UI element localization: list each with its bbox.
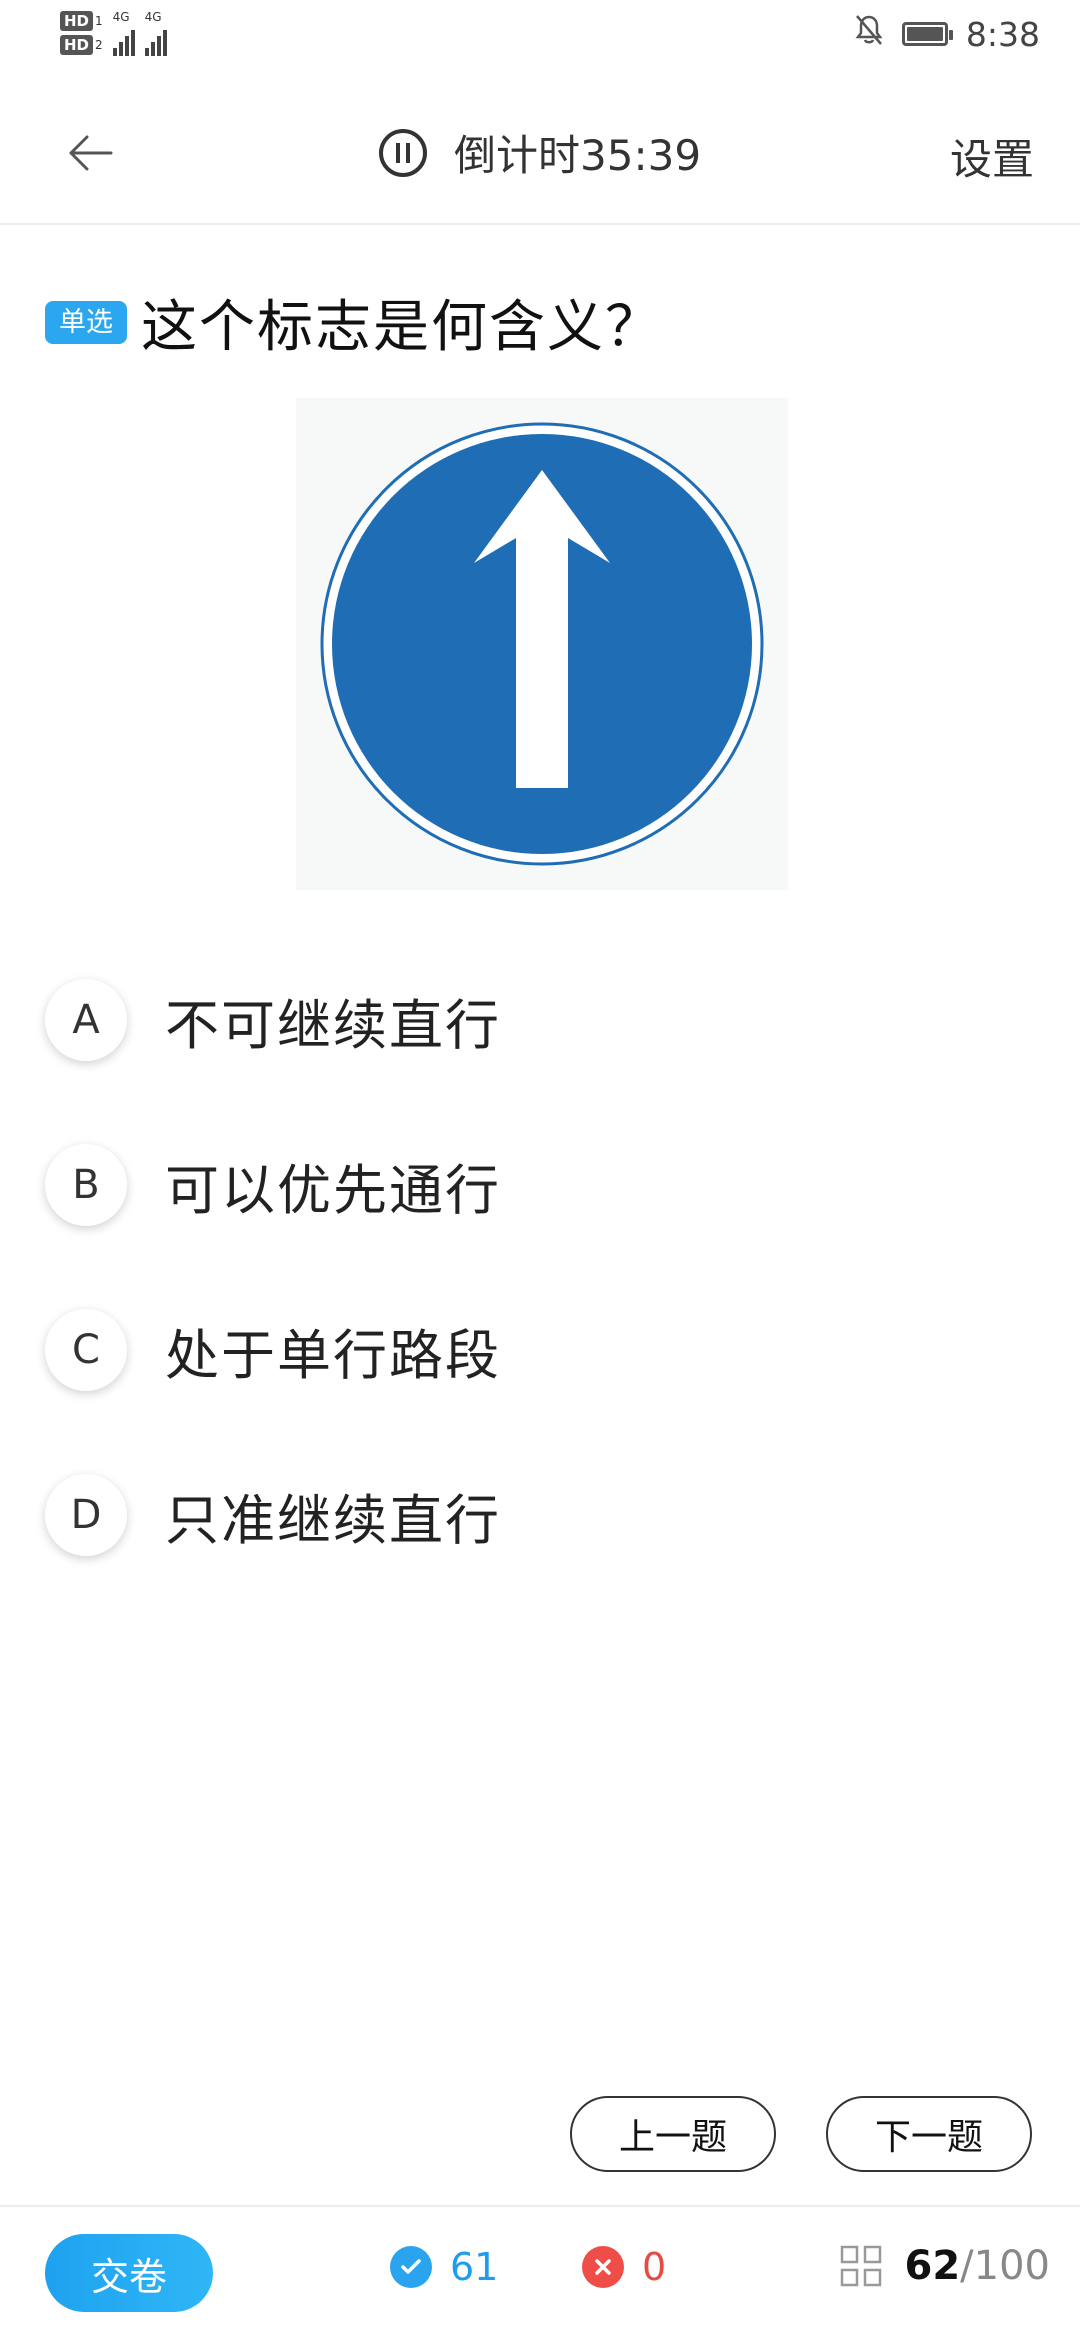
option-letter: A <box>45 979 127 1061</box>
wrong-count: 0 <box>642 2245 667 2289</box>
option-letter: C <box>45 1309 127 1391</box>
option-b[interactable]: B 可以优先通行 <box>45 1140 501 1230</box>
straight-only-sign-icon <box>320 422 764 866</box>
network-1-label: 4G <box>112 10 130 24</box>
option-text: 不可继续直行 <box>165 993 501 1057</box>
correct-count: 61 <box>450 2245 499 2289</box>
correct-counter[interactable]: 61 <box>390 2245 498 2289</box>
option-text: 只准继续直行 <box>165 1488 501 1552</box>
hd1-label: HD <box>60 11 94 31</box>
hd2-label: HD <box>60 35 94 55</box>
total-questions: /100 <box>960 2243 1050 2289</box>
cross-icon <box>582 2246 624 2288</box>
countdown-text: 倒计时35:39 <box>454 131 702 180</box>
signal-2-icon: 4G <box>144 10 167 56</box>
question-header: 单选 这个标志是何含义？ <box>45 282 663 363</box>
hd1-indicator: HD 1 <box>60 11 103 31</box>
prev-question-button[interactable]: 上一题 <box>570 2096 776 2172</box>
signal-1-icon: 4G <box>112 10 135 56</box>
question-type-badge: 单选 <box>45 301 127 344</box>
hd2-indicator: HD 2 <box>60 35 103 55</box>
option-c[interactable]: C 处于单行路段 <box>45 1305 501 1395</box>
clock: 8:38 <box>965 14 1040 54</box>
hd2-sub: 2 <box>95 38 103 52</box>
check-icon <box>390 2246 432 2288</box>
hd1-sub: 1 <box>95 14 103 28</box>
grid-icon <box>840 2245 881 2287</box>
back-button[interactable] <box>60 123 120 183</box>
app-bar: 倒计时35:39 设置 <box>0 78 1080 225</box>
current-question-number: 62 <box>904 2243 961 2289</box>
status-right: 8:38 <box>854 14 1040 54</box>
option-text: 可以优先通行 <box>165 1158 501 1222</box>
option-letter: D <box>45 1474 127 1556</box>
wrong-counter[interactable]: 0 <box>582 2245 666 2289</box>
bottom-bar: 交卷 61 0 62/100 <box>0 2205 1080 2342</box>
question-text: 这个标志是何含义？ <box>141 295 663 360</box>
countdown-timer: 倒计时35:39 <box>378 122 701 183</box>
question-progress[interactable]: 62/100 <box>839 2243 1050 2289</box>
pause-button[interactable] <box>378 128 428 178</box>
option-a[interactable]: A 不可继续直行 <box>45 975 501 1065</box>
network-2-label: 4G <box>144 10 162 24</box>
bell-off-icon <box>854 14 884 54</box>
arrow-left-icon <box>69 135 113 171</box>
pause-icon <box>379 128 427 177</box>
status-bar: HD 1 HD 2 4G 4G 8:38 <box>0 0 1080 78</box>
next-question-button[interactable]: 下一题 <box>826 2096 1032 2172</box>
settings-button[interactable]: 设置 <box>950 126 1034 187</box>
option-letter: B <box>45 1144 127 1226</box>
option-d[interactable]: D 只准继续直行 <box>45 1470 501 1560</box>
hd-indicators: HD 1 HD 2 <box>60 11 103 55</box>
submit-exam-button[interactable]: 交卷 <box>45 2234 213 2312</box>
option-text: 处于单行路段 <box>165 1323 501 1387</box>
battery-icon <box>901 22 953 46</box>
traffic-sign-image <box>296 398 788 890</box>
status-left: HD 1 HD 2 4G 4G <box>60 10 167 56</box>
